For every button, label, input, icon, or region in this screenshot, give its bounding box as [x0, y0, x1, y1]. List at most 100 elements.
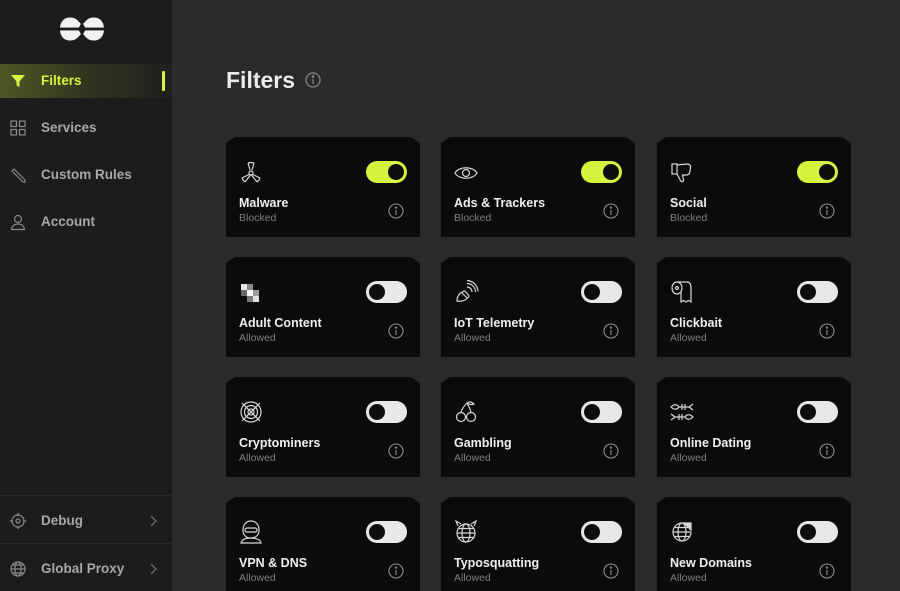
sidebar-divider	[0, 495, 172, 496]
satellite-dish-icon	[456, 279, 479, 302]
filter-card-new-domains: New Domains Allowed	[657, 497, 851, 591]
typosquatting-toggle[interactable]	[581, 521, 622, 543]
new-domains-toggle[interactable]	[797, 521, 838, 543]
app-logo-icon	[59, 17, 105, 41]
online-dating-toggle[interactable]	[797, 401, 838, 423]
sidebar: Filters Services Custom Rules Account De…	[0, 0, 172, 591]
toilet-paper-icon	[671, 281, 692, 304]
filter-status: Allowed	[670, 452, 707, 464]
filter-name: New Domains	[670, 556, 752, 570]
info-icon[interactable]	[603, 443, 619, 459]
social-toggle[interactable]	[797, 161, 838, 183]
filter-name: Clickbait	[670, 316, 723, 330]
filter-name: Ads & Trackers	[454, 196, 546, 210]
chevron-right-icon	[150, 563, 157, 575]
toggle-knob	[584, 284, 600, 300]
info-icon[interactable]	[603, 563, 619, 579]
filter-card-typosquatting: Typosquatting Allowed	[441, 497, 635, 591]
pixelated-icon	[241, 284, 259, 302]
filter-card-gambling: Gambling Allowed	[441, 377, 635, 477]
globe-icon	[10, 561, 26, 577]
filter-card-social: Social Blocked	[657, 137, 851, 237]
toggle-knob	[584, 524, 600, 540]
info-icon[interactable]	[388, 203, 404, 219]
chevron-right-icon	[150, 515, 157, 527]
filter-name: Gambling	[454, 436, 512, 450]
sidebar-item-account[interactable]: Account	[0, 205, 172, 239]
filter-card-clickbait: Clickbait Allowed	[657, 257, 851, 357]
toggle-knob	[369, 404, 385, 420]
fish-bones-icon	[670, 403, 694, 421]
filter-name: Adult Content	[239, 316, 322, 330]
crossed-coin-icon	[240, 401, 262, 423]
filter-card-ads-trackers: Ads & Trackers Blocked	[441, 137, 635, 237]
page-title: Filters	[226, 67, 296, 93]
sidebar-item-custom-rules[interactable]: Custom Rules	[0, 158, 172, 192]
filter-status: Allowed	[239, 452, 276, 464]
vpn-dns-toggle[interactable]	[366, 521, 407, 543]
globe-sticker-icon	[672, 522, 692, 542]
filter-status: Allowed	[670, 332, 707, 344]
filter-name: Typosquatting	[454, 556, 540, 570]
toggle-knob	[388, 164, 404, 180]
sidebar-item-label: Custom Rules	[41, 167, 132, 182]
filter-name: VPN & DNS	[239, 556, 308, 570]
filter-status: Blocked	[670, 212, 708, 224]
filter-status: Allowed	[454, 452, 491, 464]
toggle-knob	[800, 284, 816, 300]
filter-status: Allowed	[239, 572, 276, 584]
info-icon[interactable]	[603, 323, 619, 339]
filter-card-vpn-dns: VPN & DNS Allowed	[226, 497, 420, 591]
info-icon[interactable]	[819, 203, 835, 219]
cherries-icon	[455, 401, 477, 423]
masked-user-icon	[240, 520, 262, 544]
filter-name: Online Dating	[670, 436, 752, 450]
toggle-knob	[800, 524, 816, 540]
gambling-toggle[interactable]	[581, 401, 622, 423]
filter-name: Social	[670, 196, 707, 210]
iot-telemetry-toggle[interactable]	[581, 281, 622, 303]
filter-card-malware: Malware Blocked	[226, 137, 420, 237]
sidebar-item-global-proxy[interactable]: Global Proxy	[0, 552, 172, 586]
filter-card-cryptominers: Cryptominers Allowed	[226, 377, 420, 477]
toggle-knob	[819, 164, 835, 180]
toggle-knob	[369, 284, 385, 300]
active-indicator	[162, 71, 165, 91]
clickbait-toggle[interactable]	[797, 281, 838, 303]
crosshair-icon	[10, 513, 26, 529]
eye-icon	[454, 167, 478, 179]
info-icon[interactable]	[388, 323, 404, 339]
sidebar-item-label: Services	[41, 120, 97, 135]
toggle-knob	[369, 524, 385, 540]
info-icon[interactable]	[603, 203, 619, 219]
sidebar-item-debug[interactable]: Debug	[0, 504, 172, 538]
sidebar-item-filters[interactable]: Filters	[0, 64, 172, 98]
sidebar-item-label: Filters	[41, 73, 82, 88]
toggle-knob	[800, 404, 816, 420]
filter-status: Blocked	[239, 212, 277, 224]
ads-trackers-toggle[interactable]	[581, 161, 622, 183]
sidebar-divider	[0, 543, 172, 544]
info-icon[interactable]	[305, 72, 321, 88]
info-icon[interactable]	[388, 443, 404, 459]
cryptominers-toggle[interactable]	[366, 401, 407, 423]
devil-globe-icon	[454, 519, 478, 543]
info-icon[interactable]	[819, 323, 835, 339]
info-icon[interactable]	[388, 563, 404, 579]
filter-status: Allowed	[454, 572, 491, 584]
info-icon[interactable]	[819, 443, 835, 459]
malware-toggle[interactable]	[366, 161, 407, 183]
filter-card-adult-content: Adult Content Allowed	[226, 257, 420, 357]
sidebar-item-services[interactable]: Services	[0, 111, 172, 145]
filter-status: Blocked	[454, 212, 492, 224]
adult-content-toggle[interactable]	[366, 281, 407, 303]
filter-card-iot-telemetry: IoT Telemetry Allowed	[441, 257, 635, 357]
filter-name: IoT Telemetry	[454, 316, 535, 330]
sidebar-item-label: Global Proxy	[41, 561, 125, 576]
info-icon[interactable]	[819, 563, 835, 579]
toggle-knob	[584, 404, 600, 420]
user-icon	[10, 214, 26, 231]
toggle-knob	[603, 164, 619, 180]
radiation-icon	[241, 161, 261, 183]
filter-name: Cryptominers	[239, 436, 321, 450]
